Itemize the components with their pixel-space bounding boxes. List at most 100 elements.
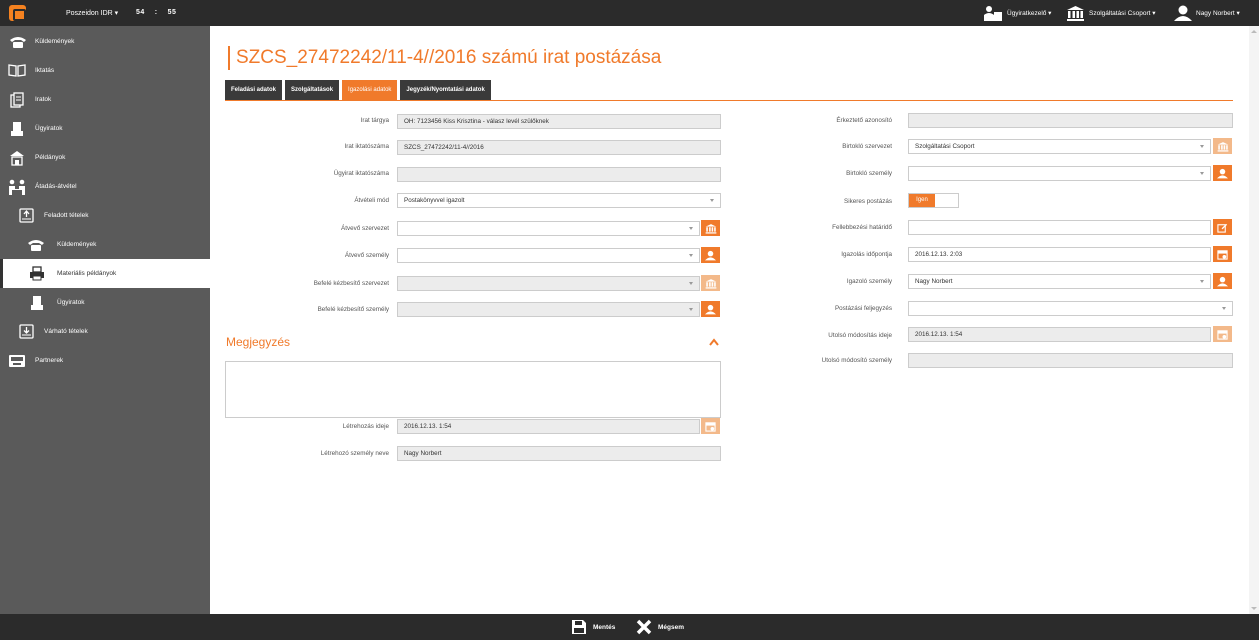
birtoklo-szemely-select[interactable] (908, 166, 1211, 181)
irat-targya-label: Irat tárgya (360, 117, 389, 124)
sidebar-item-iktatas[interactable]: Iktatás (0, 56, 210, 85)
session-clock: 54: 55 (136, 9, 186, 16)
irat-targya-field: OH: 7123456 Kiss Krisztina - válasz levé… (397, 114, 721, 129)
chevron-down-icon (689, 254, 693, 257)
sidebar-item-partnerek[interactable]: Partnerek (0, 346, 210, 375)
megjegyzes-textarea[interactable] (225, 361, 721, 418)
befele-szemely-select[interactable] (397, 302, 700, 317)
atvevo-szervezet-picker-button[interactable] (701, 220, 720, 236)
top-bar: Poszeidon IDR ▾ 54: 55 Ügyiratkezelő ▾ Sz… (0, 0, 1259, 26)
save-button[interactable]: Mentés (571, 619, 615, 635)
igazolo-szemely-value: Nagy Norbert (915, 278, 953, 285)
sidebar-item-label: Várható tételek (44, 328, 88, 335)
phone-icon (27, 237, 45, 253)
phone-icon (9, 34, 27, 50)
inbox-icon (17, 324, 35, 340)
irat-iktatoszama-label: Irat iktatószáma (344, 143, 389, 150)
befele-szemely-picker-button[interactable] (701, 301, 720, 317)
chevron-down-icon (710, 199, 714, 202)
igazolo-szemely-picker-button[interactable] (1213, 273, 1232, 289)
befele-szervezet-label: Befelé kézbesítő szervezet (313, 280, 389, 287)
institution-icon (1217, 141, 1228, 152)
user-icon (1174, 5, 1192, 21)
sidebar-item-feladott-kuldemenyek[interactable]: Küldemények (0, 230, 210, 259)
sikeres-postazas-toggle[interactable]: Igen (908, 193, 959, 208)
chevron-up-icon[interactable] (709, 338, 719, 346)
sidebar-item-label: Feladott tételek (44, 212, 89, 219)
fellebbezesi-hatarido-button[interactable] (1213, 219, 1232, 235)
institution-icon (705, 278, 716, 289)
igazolo-szemely-select[interactable]: Nagy Norbert (908, 274, 1211, 289)
app-logo[interactable] (9, 5, 26, 21)
postazasi-feljegyzes-select[interactable] (908, 301, 1233, 316)
sidebar-item-label: Ügyiratok (35, 125, 63, 132)
sidebar-item-peldanyok[interactable]: Példányok (0, 143, 210, 172)
fellebbezesi-hatarido-field[interactable] (908, 220, 1211, 235)
utolso-modositas-ideje-label: Utolsó módosítás ideje (828, 332, 892, 339)
tab-jegyzek-nyomtatasi-adatok[interactable]: Jegyzék/Nyomtatási adatok (400, 80, 491, 100)
letrehozo-neve-label: Létrehozó személy neve (320, 450, 389, 457)
igazolas-idopontja-calendar-button[interactable] (1213, 246, 1232, 262)
sidebar-item-feladott-ugyiratok[interactable]: Ügyiratok (0, 288, 210, 317)
igazolas-idopontja-label: Igazolás időpontja (841, 251, 892, 258)
letrehozas-ideje-calendar-button[interactable] (701, 418, 720, 434)
utolso-modositas-ideje-field: 2016.12.13. 1:54 (908, 327, 1211, 342)
institution-icon (705, 223, 716, 234)
atveteli-mod-value: Postakönyvvel igazolt (404, 197, 465, 204)
user-menu[interactable]: Nagy Norbert ▾ (1174, 5, 1240, 21)
scrollbar[interactable] (1249, 26, 1259, 614)
atvevo-szemely-select[interactable] (397, 248, 700, 263)
fellebbezesi-hatarido-label: Fellebbezési határidő (832, 224, 892, 231)
birtoklo-szemely-picker-button[interactable] (1213, 165, 1232, 181)
scroll-down-icon[interactable] (1251, 607, 1257, 610)
birtoklo-szervezet-value: Szolgáltatási Csoport (915, 143, 975, 150)
clerk-icon (984, 6, 1002, 21)
scroll-up-icon[interactable] (1251, 30, 1257, 33)
institution-icon (1067, 6, 1084, 21)
role-menu[interactable]: Ügyiratkezelő ▾ (983, 5, 1051, 21)
calendar-icon (1217, 329, 1228, 340)
tab-igazolasi-adatok[interactable]: Igazolási adatok (342, 80, 398, 100)
sidebar-item-atadas-atvetel[interactable]: Átadás-átvétel (0, 172, 210, 201)
befele-szervezet-picker-button[interactable] (701, 275, 720, 291)
sidebar-item-materialis-peldanyok[interactable]: Materiális példányok (0, 259, 210, 288)
sidebar: Küldemények Iktatás Iratok Ügyiratok Pél… (0, 26, 210, 614)
user-icon (705, 250, 716, 260)
cancel-label: Mégsem (658, 623, 685, 631)
atvevo-szervezet-label: Átvevő szervezet (341, 225, 389, 232)
save-label: Mentés (593, 623, 616, 631)
user-label: Nagy Norbert ▾ (1196, 10, 1240, 17)
atvevo-szervezet-select[interactable] (397, 221, 700, 236)
sidebar-item-label: Átadás-átvétel (35, 183, 77, 190)
igazolas-idopontja-field[interactable]: 2016.12.13. 2:03 (908, 247, 1211, 262)
chevron-down-icon (1200, 280, 1204, 283)
befele-szemely-label: Befelé kézbesítő személy (317, 306, 389, 313)
book-icon (8, 63, 26, 79)
sidebar-item-label: Materiális példányok (57, 270, 117, 277)
tab-szolgaltatasok[interactable]: Szolgáltatások (285, 80, 340, 100)
copies-icon (8, 150, 26, 166)
outbox-icon (17, 208, 35, 224)
irat-iktatoszama-field: SZCS_27472242/11-4//2016 (397, 140, 721, 155)
befele-szervezet-select[interactable] (397, 276, 700, 291)
org-menu[interactable]: Szolgáltatási Csoport ▾ (1066, 5, 1156, 21)
atvevo-szemely-picker-button[interactable] (701, 247, 720, 263)
chevron-down-icon (1200, 145, 1204, 148)
atveteli-mod-select[interactable]: Postakönyvvel igazolt (397, 193, 721, 208)
sidebar-item-iratok[interactable]: Iratok (0, 85, 210, 114)
chevron-down-icon (1200, 172, 1204, 175)
chevron-down-icon (689, 227, 693, 230)
cancel-button[interactable]: Mégsem (636, 619, 684, 635)
org-label: Szolgáltatási Csoport ▾ (1089, 10, 1156, 17)
tab-feladasi-adatok[interactable]: Feladási adatok (225, 80, 283, 100)
birtoklo-szervezet-select[interactable]: Szolgáltatási Csoport (908, 139, 1211, 154)
close-icon (636, 619, 652, 635)
sidebar-item-varhato-tetelek[interactable]: Várható tételek (0, 317, 210, 346)
utolso-modositas-calendar-button[interactable] (1213, 326, 1232, 342)
birtoklo-szervezet-picker-button[interactable] (1213, 138, 1232, 154)
app-menu[interactable]: Poszeidon IDR ▾ (66, 9, 118, 17)
utolso-modosito-field (908, 353, 1233, 368)
sidebar-item-feladott-tetelek[interactable]: Feladott tételek (0, 201, 210, 230)
sidebar-item-ugyiratok[interactable]: Ügyiratok (0, 114, 210, 143)
sidebar-item-kuldemenyek[interactable]: Küldemények (0, 27, 210, 56)
